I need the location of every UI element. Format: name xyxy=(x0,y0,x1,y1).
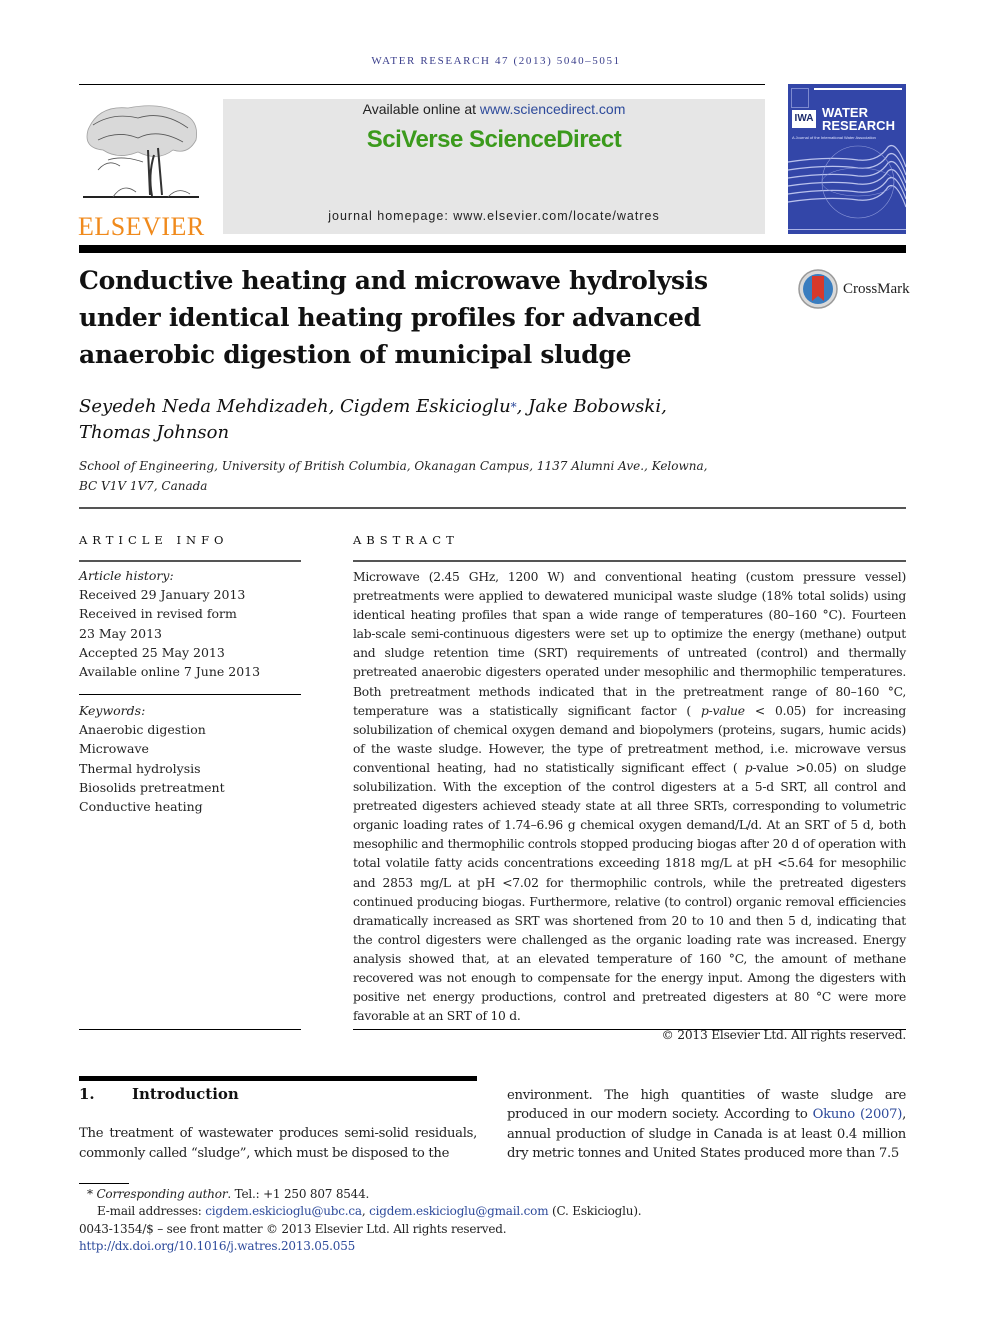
header-thick-rule xyxy=(79,245,906,253)
elsevier-wordmark: ELSEVIER xyxy=(78,212,205,241)
doi-link[interactable]: http://dx.doi.org/10.1016/j.watres.2013.… xyxy=(79,1239,355,1253)
crossmark-label: CrossMark xyxy=(843,280,910,297)
sciencedirect-banner: Available online at www.sciencedirect.co… xyxy=(223,99,765,234)
cover-subtitle: A Journal of the International Water Ass… xyxy=(792,135,876,140)
keywords-label: Keywords: xyxy=(79,703,146,718)
elsevier-tree-icon xyxy=(83,105,199,198)
history-item: Received 29 January 2013 xyxy=(79,587,246,603)
available-online-text: Available online at www.sciencedirect.co… xyxy=(362,101,626,117)
info-top-rule xyxy=(79,507,906,509)
cover-wave-graphic xyxy=(788,145,906,219)
header-top-rule xyxy=(79,84,765,85)
info-bottom-rule xyxy=(79,1029,301,1030)
intro-rule xyxy=(79,1076,477,1081)
history-item: Available online 7 June 2013 xyxy=(79,664,261,680)
footnotes: * Corresponding author. Tel.: +1 250 807… xyxy=(79,1186,906,1255)
journal-homepage-link[interactable]: journal homepage: www.elsevier.com/locat… xyxy=(223,209,765,223)
cover-bottom-rule xyxy=(788,229,906,230)
cover-title: WATER RESEARCH xyxy=(822,105,895,133)
corresponding-author-note: * Corresponding author. Tel.: +1 250 807… xyxy=(87,1187,370,1201)
keyword-item: Biosolids pretreatment xyxy=(79,779,225,795)
cover-publisher-mark xyxy=(791,88,809,108)
front-matter-note: 0043-1354/$ – see front matter © 2013 El… xyxy=(79,1221,507,1236)
article-info-rule xyxy=(79,560,301,562)
author-list: Seyedeh Neda Mehdizadeh, Cigdem Eskiciog… xyxy=(79,396,667,443)
intro-left-column: The treatment of wastewater produces sem… xyxy=(79,1126,477,1161)
article-info-heading: ARTICLE INFO xyxy=(79,533,229,547)
crossmark-icon xyxy=(798,269,838,309)
cover-top-bar xyxy=(814,88,902,90)
history-label: Article history: xyxy=(79,568,174,583)
keyword-item: Conductive heating xyxy=(79,799,203,815)
history-item: 23 May 2013 xyxy=(79,625,162,641)
history-item: Accepted 25 May 2013 xyxy=(79,644,225,660)
intro-heading: 1. Introduction xyxy=(79,1085,239,1103)
sciverse-sciencedirect-logo[interactable]: SciVerse ScienceDirect xyxy=(223,126,765,154)
keyword-item: Anaerobic digestion xyxy=(79,722,206,738)
keywords: Keywords: Anaerobic digestion Microwave … xyxy=(79,701,301,816)
citation-link[interactable]: Okuno (2007) xyxy=(813,1107,903,1122)
intro-right-column: environment. The high quantities of wast… xyxy=(507,1088,906,1161)
section-number: 1. xyxy=(79,1085,95,1103)
abstract-rule xyxy=(353,560,906,562)
crossmark-button[interactable]: CrossMark xyxy=(797,268,910,310)
article-history: Article history: Received 29 January 201… xyxy=(79,566,301,681)
keyword-item: Thermal hydrolysis xyxy=(79,760,201,776)
sciencedirect-link[interactable]: www.sciencedirect.com xyxy=(480,101,626,117)
iwa-logo-icon: IWA xyxy=(792,110,816,128)
keyword-item: Microwave xyxy=(79,741,149,757)
email-note: E-mail addresses: cigdem.eskicioglu@ubc.… xyxy=(97,1204,642,1219)
abstract-body: Microwave (2.45 GHz, 1200 W) and convent… xyxy=(353,568,906,1045)
footnote-rule xyxy=(79,1183,129,1184)
abstract-heading: ABSTRACT xyxy=(353,533,459,547)
affiliation: School of Engineering, University of Bri… xyxy=(79,459,708,493)
journal-cover[interactable]: IWA WATER RESEARCH A Journal of the Inte… xyxy=(788,84,906,234)
authors-text: Seyedeh Neda Mehdizadeh, Cigdem Eskiciog… xyxy=(79,396,511,417)
elsevier-logo[interactable]: ELSEVIER xyxy=(78,100,204,240)
running-head: WATER RESEARCH 47 (2013) 5040–5051 xyxy=(371,55,621,67)
article-title: Conductive heating and microwave hydroly… xyxy=(79,266,708,369)
email-link[interactable]: cigdem.eskicioglu@gmail.com xyxy=(369,1204,548,1218)
keywords-rule xyxy=(79,694,301,695)
abstract-bottom-rule xyxy=(353,1029,906,1030)
email-link[interactable]: cigdem.eskicioglu@ubc.ca xyxy=(205,1204,362,1218)
history-item: Received in revised form xyxy=(79,606,237,622)
section-title: Introduction xyxy=(132,1085,239,1103)
